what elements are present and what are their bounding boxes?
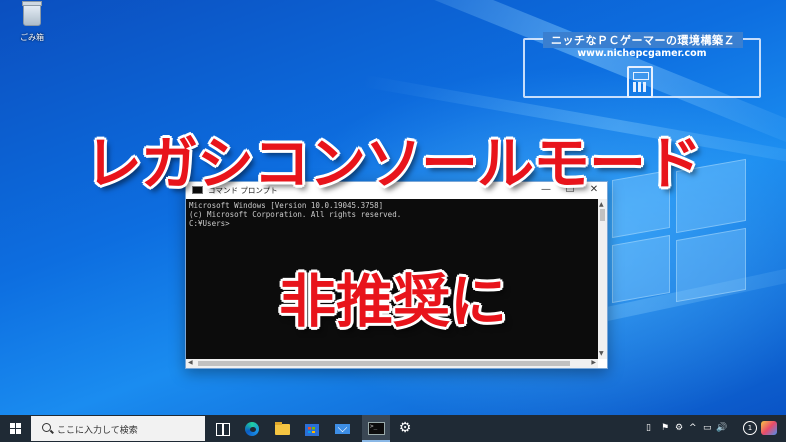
search-icon bbox=[42, 423, 51, 432]
usb-device-icon[interactable]: ▯ bbox=[646, 421, 651, 436]
recycle-bin-label: ごみ箱 bbox=[20, 33, 44, 42]
desktop: ごみ箱 ニッチなＰＣゲーマーの環境構築Ｚ www.nichepcgamer.co… bbox=[0, 0, 786, 415]
task-view-icon[interactable] bbox=[212, 419, 232, 438]
notification-center-icon[interactable]: 1 bbox=[743, 421, 757, 435]
scroll-down-icon[interactable]: ▼ bbox=[599, 350, 604, 357]
overlay-subline: 非推奨に bbox=[279, 269, 507, 335]
taskbar-search-box[interactable]: ここに入力して検索 bbox=[31, 416, 205, 441]
tray-settings-icon[interactable]: ⚙ bbox=[675, 421, 683, 436]
console-prompt: C:¥Users> bbox=[189, 219, 230, 228]
settings-icon[interactable]: ⚙ bbox=[395, 419, 415, 438]
volume-icon[interactable]: 🔊 bbox=[716, 421, 727, 436]
mail-icon[interactable] bbox=[332, 419, 352, 438]
file-explorer-icon[interactable] bbox=[272, 419, 292, 438]
show-hidden-icons-chevron[interactable]: ^ bbox=[689, 421, 697, 436]
scroll-left-icon[interactable]: ◀ bbox=[188, 359, 193, 366]
edge-icon[interactable] bbox=[242, 419, 262, 438]
security-icon[interactable]: ⚑ bbox=[661, 421, 669, 436]
network-icon[interactable]: ▭ bbox=[703, 421, 712, 436]
pc-tower-icon bbox=[627, 66, 653, 98]
command-prompt-taskbar-button[interactable] bbox=[362, 415, 390, 442]
overlay-headline: レガシコンソールモード bbox=[85, 131, 702, 197]
windows-logo-icon bbox=[10, 423, 21, 434]
site-title: ニッチなＰＣゲーマーの環境構築Ｚ bbox=[543, 32, 743, 48]
scrollbar-thumb[interactable] bbox=[600, 209, 605, 221]
site-url: www.nichepcgamer.com bbox=[577, 48, 707, 59]
recycle-bin-shortcut[interactable]: ごみ箱 bbox=[15, 1, 49, 43]
scrollbar-thumb[interactable] bbox=[198, 361, 570, 366]
store-icon[interactable] bbox=[302, 419, 322, 438]
console-line: Microsoft Windows [Version 10.0.19045.37… bbox=[189, 201, 384, 210]
console-line: (c) Microsoft Corporation. All rights re… bbox=[189, 210, 402, 219]
scroll-right-icon[interactable]: ▶ bbox=[591, 359, 596, 366]
search-placeholder: ここに入力して検索 bbox=[57, 426, 138, 436]
horizontal-scrollbar[interactable]: ◀ ▶ bbox=[186, 359, 598, 368]
recycle-bin-icon bbox=[22, 1, 42, 26]
taskbar: ここに入力して検索 ⚙ ▯ ⚑ ⚙ ^ ▭ 🔊 1 bbox=[0, 415, 786, 442]
site-logo: ニッチなＰＣゲーマーの環境構築Ｚ www.nichepcgamer.com bbox=[523, 30, 761, 98]
chat-app-icon[interactable] bbox=[761, 421, 777, 435]
scroll-up-icon[interactable]: ▲ bbox=[599, 201, 604, 208]
start-button[interactable] bbox=[0, 415, 30, 442]
